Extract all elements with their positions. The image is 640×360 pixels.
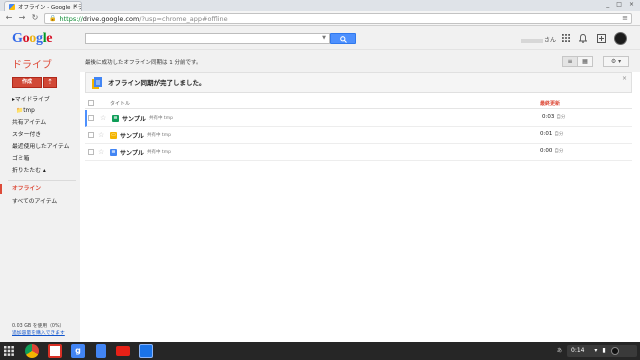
url-scheme: https:// — [59, 14, 83, 23]
sync-status-text: 最後に成功したオフライン同期は 1 分前です。 — [85, 60, 202, 66]
search-icon — [340, 36, 347, 43]
spreadsheet-file-icon: ≡ — [112, 115, 119, 122]
create-button[interactable]: 作成 — [12, 77, 42, 88]
sidebar-item-shared[interactable]: 共有アイテム — [0, 118, 80, 128]
back-arrow-icon[interactable]: ← — [4, 13, 14, 23]
youtube-app-icon[interactable] — [116, 346, 130, 356]
file-modified: 0:00 自分 — [540, 148, 564, 154]
grid-view-button[interactable]: ▦ — [577, 56, 593, 67]
upload-button[interactable]: ⇡ — [43, 77, 57, 88]
file-meta: 共有中 tmp — [147, 133, 171, 138]
close-window-button[interactable]: × — [629, 1, 634, 8]
column-modified-header[interactable]: 最終更新 — [540, 100, 560, 107]
system-tray[interactable]: 0:14 ▾ ▮ — [567, 345, 637, 357]
browser-toolbar: ← → ↻ 🔒 https:// drive.google.com /?usp=… — [0, 11, 640, 26]
list-view-button[interactable]: ≡ — [562, 56, 578, 67]
app-header: Google ▼ さん — [0, 27, 640, 50]
apps-grid-icon[interactable] — [561, 34, 570, 43]
sidebar-item-starred[interactable]: スター付き — [0, 130, 80, 140]
storage-quota: 0.03 GB を使用（0%） 追加容量を購入できます — [12, 323, 65, 337]
user-name[interactable]: さん — [521, 35, 556, 44]
presentation-file-icon: ▭ — [110, 132, 117, 139]
sidebar-item-offline[interactable]: オフライン — [0, 184, 80, 194]
file-name[interactable]: サンプル — [122, 114, 146, 123]
battery-icon: ▮ — [602, 347, 606, 354]
wifi-icon: ▾ — [594, 347, 598, 354]
gmail-app-icon[interactable] — [48, 344, 62, 358]
select-all-checkbox[interactable] — [88, 100, 94, 106]
table-row[interactable]: ☆ ≡ サンプル 共有中 tmp 0:03 自分 — [85, 110, 632, 127]
file-modified: 0:03 自分 — [542, 114, 566, 120]
page-title: ドライブ — [12, 60, 52, 71]
minimize-button[interactable]: _ — [606, 1, 609, 8]
table-row[interactable]: ☆ ≡ サンプル 共有中 tmp 0:00 自分 — [85, 144, 632, 161]
tab-close-icon[interactable]: × — [73, 3, 78, 10]
share-plus-icon[interactable] — [597, 34, 606, 43]
file-name[interactable]: サンプル — [120, 131, 144, 140]
offline-sync-icon — [92, 77, 102, 89]
drive-favicon-icon — [9, 3, 15, 10]
avatar[interactable] — [614, 32, 627, 45]
docs-app-icon[interactable] — [96, 344, 106, 358]
quota-used-text: 0.03 GB を使用（0%） — [12, 324, 65, 329]
sidebar-item-all-items[interactable]: すべてのアイテム — [0, 197, 80, 207]
google-logo[interactable]: Google — [12, 31, 53, 47]
clock-text: 0:14 — [571, 347, 585, 354]
url-host: drive.google.com — [82, 14, 140, 23]
browser-tab[interactable]: オフライン - Google ドライブ × — [4, 1, 82, 11]
file-meta: 共有中 tmp — [149, 116, 173, 121]
buy-storage-link[interactable]: 追加容量を購入できます — [12, 330, 65, 337]
ime-indicator[interactable]: あ — [557, 345, 565, 357]
column-title-header[interactable]: タイトル — [110, 100, 130, 107]
forward-arrow-icon[interactable]: → — [17, 13, 27, 23]
search-button[interactable] — [330, 33, 356, 44]
url-path: /?usp=chrome_app#offline — [139, 14, 228, 23]
document-file-icon: ≡ — [110, 149, 117, 156]
chrome-menu-icon[interactable]: ≡ — [622, 14, 628, 22]
file-name[interactable]: サンプル — [120, 148, 144, 157]
maximize-button[interactable]: □ — [616, 1, 622, 8]
table-row[interactable]: ☆ ▭ サンプル 共有中 tmp 0:01 自分 — [85, 127, 632, 144]
sidebar-collapse-toggle[interactable]: 折りたたむ ▴ — [0, 166, 80, 176]
drive-app-icon[interactable] — [139, 344, 153, 358]
sidebar-item-recent[interactable]: 最近使用したアイテム — [0, 142, 80, 152]
address-bar[interactable]: 🔒 https:// drive.google.com /?usp=chrome… — [44, 13, 632, 24]
redacted-name — [521, 38, 543, 43]
table-header: タイトル 最終更新 — [85, 97, 632, 109]
tab-strip: オフライン - Google ドライブ × _ □ × — [0, 0, 640, 11]
sync-complete-notice: オフライン同期が完了しました。 × — [85, 72, 632, 93]
tray-avatar — [610, 346, 619, 355]
star-icon[interactable]: ☆ — [100, 114, 106, 122]
star-icon[interactable]: ☆ — [98, 148, 104, 156]
notifications-bell-icon[interactable] — [577, 34, 588, 43]
sidebar-item-my-drive[interactable]: ▸マイドライブ — [0, 95, 80, 105]
close-icon[interactable]: × — [622, 75, 627, 82]
sidebar-item-tmp-folder[interactable]: 📁tmp — [0, 106, 80, 116]
sidebar-item-trash[interactable]: ゴミ箱 — [0, 154, 80, 164]
row-checkbox[interactable] — [88, 149, 94, 155]
notice-message: オフライン同期が完了しました。 — [108, 79, 206, 87]
google-search-app-icon[interactable]: g — [71, 344, 85, 358]
app-launcher-grid-icon[interactable] — [4, 346, 14, 356]
row-checkbox[interactable] — [88, 132, 94, 138]
star-icon[interactable]: ☆ — [98, 131, 104, 139]
reload-icon[interactable]: ↻ — [30, 13, 40, 23]
sidebar-divider — [8, 180, 76, 181]
row-checkbox[interactable] — [88, 115, 94, 121]
settings-gear-button[interactable]: ⚙ ▾ — [603, 56, 629, 67]
window-controls: _ □ × — [606, 1, 634, 8]
file-meta: 共有中 tmp — [147, 150, 171, 155]
upload-arrow-icon: ⇡ — [47, 78, 53, 86]
chrome-app-icon[interactable] — [25, 344, 39, 358]
file-modified: 0:01 自分 — [540, 131, 564, 137]
lock-icon: 🔒 — [49, 15, 57, 22]
search-input[interactable]: ▼ — [85, 33, 330, 44]
search-options-chevron-down-icon[interactable]: ▼ — [322, 35, 326, 41]
